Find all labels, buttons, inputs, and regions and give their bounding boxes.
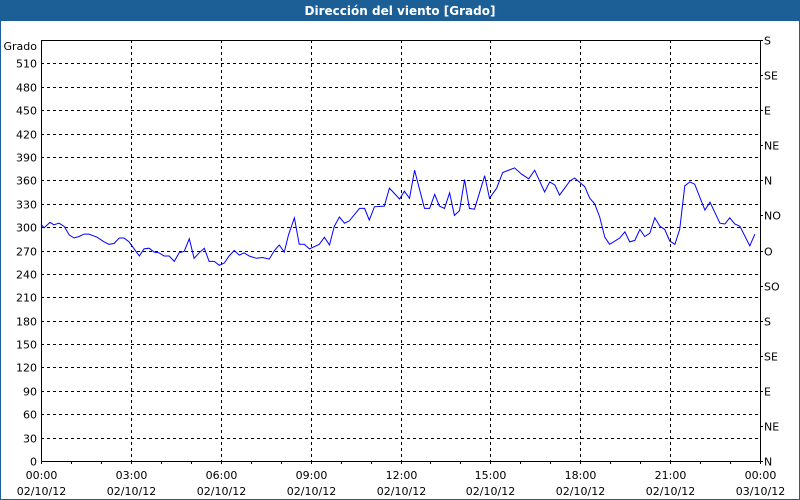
x-tick-time: 03:00	[116, 469, 148, 482]
y-tick-label: 0	[30, 456, 37, 469]
x-tick-time: 00:00	[26, 469, 58, 482]
right-axis-label: NO	[764, 210, 781, 223]
right-axis-label: S	[764, 316, 771, 329]
x-tick-date: 02/10/12	[466, 485, 515, 498]
x-tick-time: 12:00	[386, 469, 418, 482]
x-tick-time: 06:00	[206, 469, 238, 482]
y-tick-label: 300	[16, 222, 37, 235]
y-tick-label: 120	[16, 362, 37, 375]
x-tick-date: 02/10/12	[107, 485, 156, 498]
right-axis-label: NE	[764, 140, 779, 153]
right-axis-label: NE	[764, 421, 779, 434]
x-tick-time: 00:00	[745, 469, 777, 482]
y-tick-label: 270	[16, 246, 37, 259]
x-tick-date: 02/10/12	[556, 485, 605, 498]
y-tick-label: 420	[16, 129, 37, 142]
y-tick-label: 150	[16, 339, 37, 352]
y-tick-label: 330	[16, 199, 37, 212]
x-tick-date: 02/10/12	[287, 485, 336, 498]
y-tick-label: 90	[23, 386, 37, 399]
right-axis-label: SE	[764, 351, 778, 364]
right-axis-label: SE	[764, 70, 778, 83]
series-layer	[40, 167, 756, 266]
x-tick-date: 02/10/12	[646, 485, 695, 498]
wind-direction-chart: 0 30 60 90 120 150 180 210 240 270 300 330 360 390 420…	[4, 35, 786, 499]
y-tick-label: 360	[16, 175, 37, 188]
x-tick-time: 18:00	[565, 469, 597, 482]
y-tick-label: 210	[16, 292, 37, 305]
x-tick-time: 09:00	[296, 469, 328, 482]
x-tick-date: 02/10/12	[17, 485, 66, 498]
right-axis-label: O	[764, 246, 773, 259]
x-tick-time: 21:00	[655, 469, 687, 482]
right-axis-label: N	[764, 456, 772, 469]
chart-window: Dirección del viento [Grado] 0 30 60 90 120 1…	[0, 0, 800, 500]
right-axis-label: N	[764, 175, 772, 188]
y-tick-label: 480	[16, 82, 37, 95]
tick-labels: 0 30 60 90 120 150 180 210 240 270 300 330 360 390 420…	[16, 35, 785, 499]
y-tick-label: 450	[16, 105, 37, 118]
y-tick-label: 390	[16, 152, 37, 165]
right-axis-label: S	[764, 35, 771, 48]
series-line-wind-direction	[40, 167, 756, 266]
y-tick-label: 180	[16, 316, 37, 329]
y-tick-label: 510	[16, 58, 37, 71]
y-tick-label: 240	[16, 269, 37, 282]
x-tick-date: 02/10/12	[377, 485, 426, 498]
grid-lines	[41, 40, 760, 461]
x-tick-date: 02/10/12	[197, 485, 246, 498]
y-tick-label: 30	[23, 433, 37, 446]
right-axis-label: E	[764, 386, 771, 399]
right-axis-label: SO	[764, 281, 780, 294]
y-tick-label: 60	[23, 409, 37, 422]
x-tick-date: 03/10/12	[736, 485, 785, 498]
y-axis-label: Grado	[4, 40, 38, 53]
right-axis-label: E	[764, 105, 771, 118]
x-tick-time: 15:00	[475, 469, 507, 482]
